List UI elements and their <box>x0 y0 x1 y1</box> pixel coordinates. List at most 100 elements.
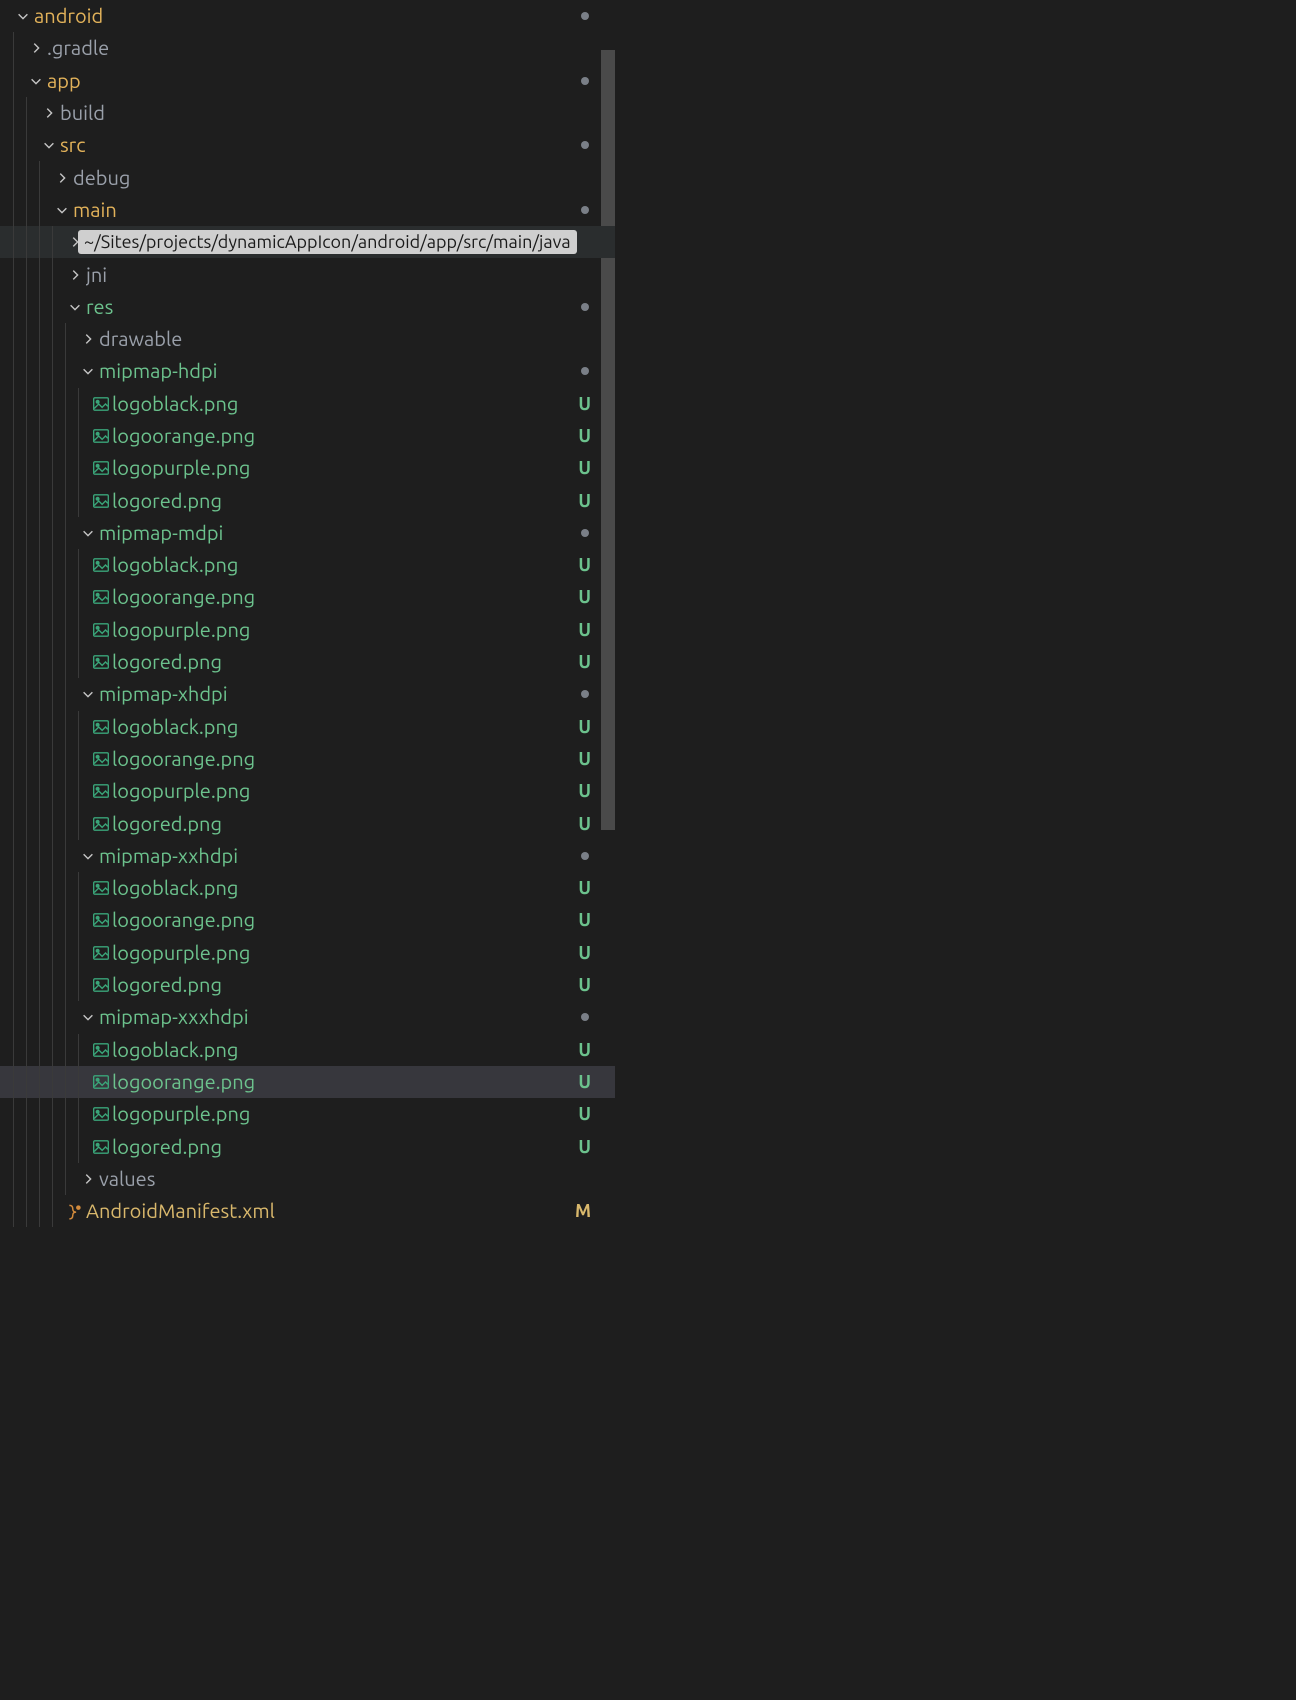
folder-row-debug[interactable]: debug <box>0 161 615 193</box>
folder-row-mipmap-xxxhdpi[interactable]: mipmap-xxxhdpi <box>0 1001 615 1033</box>
label: logopurple.png <box>112 775 585 807</box>
folder-row-.gradle[interactable]: .gradle <box>0 32 615 64</box>
folder-row-mipmap-mdpi[interactable]: mipmap-mdpi <box>0 517 615 549</box>
git-untracked-badge: U <box>578 394 591 414</box>
file-row-logoblack.png[interactable]: logoblack.pngU <box>0 711 615 743</box>
file-row-logoorange.png[interactable]: logoorange.pngU <box>0 420 615 452</box>
chevron-down-icon[interactable] <box>77 687 99 701</box>
file-row-logoblack.png[interactable]: logoblack.pngU <box>0 549 615 581</box>
chevron-down-icon[interactable] <box>77 364 99 378</box>
label: logoorange.png <box>112 420 585 452</box>
git-untracked-badge: U <box>578 458 591 478</box>
folder-row-values[interactable]: values <box>0 1163 615 1195</box>
label: logopurple.png <box>112 614 585 646</box>
image-file-icon <box>90 1041 112 1059</box>
chevron-right-icon[interactable] <box>77 1172 99 1186</box>
file-row-logoblack.png[interactable]: logoblack.pngU <box>0 872 615 904</box>
file-row-logored.png[interactable]: logored.pngU <box>0 969 615 1001</box>
chevron-right-icon[interactable] <box>51 171 73 185</box>
folder-row-main[interactable]: main <box>0 194 615 226</box>
label: logored.png <box>112 485 585 517</box>
git-modified-dot-icon <box>581 367 589 375</box>
folder-row-res[interactable]: res <box>0 291 615 323</box>
file-row-logored.png[interactable]: logored.pngU <box>0 484 615 516</box>
label: values <box>99 1163 585 1195</box>
label: logoblack.png <box>112 388 585 420</box>
chevron-down-icon[interactable] <box>51 203 73 217</box>
file-row-logopurple.png[interactable]: logopurple.pngU <box>0 452 615 484</box>
file-row-logoblack.png[interactable]: logoblack.pngU <box>0 1034 615 1066</box>
chevron-down-icon[interactable] <box>38 138 60 152</box>
image-file-icon <box>90 750 112 768</box>
folder-row-mipmap-xhdpi[interactable]: mipmap-xhdpi <box>0 678 615 710</box>
image-file-icon <box>90 1073 112 1091</box>
file-row-logored.png[interactable]: logored.pngU <box>0 646 615 678</box>
file-row-AndroidManifest.xml[interactable]: AndroidManifest.xmlM <box>0 1195 615 1227</box>
folder-row-jni[interactable]: jni <box>0 258 615 290</box>
file-row-logopurple.png[interactable]: logopurple.pngU <box>0 775 615 807</box>
file-row-logored.png[interactable]: logored.pngU <box>0 807 615 839</box>
folder-row-drawable[interactable]: drawable <box>0 323 615 355</box>
label: build <box>60 97 585 129</box>
chevron-right-icon[interactable] <box>64 268 86 282</box>
image-file-icon <box>90 427 112 445</box>
file-row-logopurple.png[interactable]: logopurple.pngU <box>0 614 615 646</box>
chevron-down-icon[interactable] <box>12 9 34 23</box>
file-row-logoorange.png[interactable]: logoorange.pngU <box>0 1066 615 1098</box>
git-modified-badge: M <box>575 1201 591 1221</box>
image-file-icon <box>90 879 112 897</box>
label: res <box>86 291 585 323</box>
file-row-logopurple.png[interactable]: logopurple.pngU <box>0 937 615 969</box>
folder-row-java[interactable]: ~/Sites/projects/dynamicAppIcon/android/… <box>0 226 615 258</box>
folder-row-build[interactable]: build <box>0 97 615 129</box>
label: logored.png <box>112 808 585 840</box>
folder-row-mipmap-xxhdpi[interactable]: mipmap-xxhdpi <box>0 840 615 872</box>
image-file-icon <box>90 815 112 833</box>
git-untracked-badge: U <box>578 620 591 640</box>
git-untracked-badge: U <box>578 749 591 769</box>
image-file-icon <box>90 976 112 994</box>
file-row-logoorange.png[interactable]: logoorange.pngU <box>0 581 615 613</box>
image-file-icon <box>90 588 112 606</box>
git-untracked-badge: U <box>578 1104 591 1124</box>
folder-row-app[interactable]: app <box>0 65 615 97</box>
git-modified-dot-icon <box>581 1013 589 1021</box>
label: logoorange.png <box>112 904 585 936</box>
file-row-logopurple.png[interactable]: logopurple.pngU <box>0 1098 615 1130</box>
chevron-right-icon[interactable] <box>38 106 60 120</box>
chevron-down-icon[interactable] <box>77 849 99 863</box>
git-untracked-badge: U <box>578 652 591 672</box>
label: logoorange.png <box>112 1066 585 1098</box>
chevron-down-icon[interactable] <box>25 74 47 88</box>
image-file-icon <box>90 653 112 671</box>
file-explorer-panel[interactable]: android.gradleappbuildsrcdebugmain~/Site… <box>0 0 615 1700</box>
git-modified-dot-icon <box>581 690 589 698</box>
git-modified-dot-icon <box>581 12 589 20</box>
image-file-icon <box>90 1105 112 1123</box>
label: main <box>73 194 585 226</box>
label: logopurple.png <box>112 452 585 484</box>
label: logoblack.png <box>112 711 585 743</box>
file-row-logoblack.png[interactable]: logoblack.pngU <box>0 388 615 420</box>
git-untracked-badge: U <box>578 1040 591 1060</box>
folder-row-mipmap-hdpi[interactable]: mipmap-hdpi <box>0 355 615 387</box>
folder-row-src[interactable]: src <box>0 129 615 161</box>
label: logopurple.png <box>112 1098 585 1130</box>
chevron-down-icon[interactable] <box>64 300 86 314</box>
chevron-right-icon[interactable] <box>77 332 99 346</box>
folder-row-android[interactable]: android <box>0 0 615 32</box>
git-untracked-badge: U <box>578 717 591 737</box>
chevron-down-icon[interactable] <box>77 526 99 540</box>
image-file-icon <box>90 459 112 477</box>
label: src <box>60 129 585 161</box>
label: android <box>34 0 585 32</box>
git-untracked-badge: U <box>578 587 591 607</box>
chevron-down-icon[interactable] <box>77 1010 99 1024</box>
git-untracked-badge: U <box>578 814 591 834</box>
file-row-logoorange.png[interactable]: logoorange.pngU <box>0 743 615 775</box>
git-modified-dot-icon <box>581 77 589 85</box>
chevron-right-icon[interactable] <box>25 41 47 55</box>
file-row-logoorange.png[interactable]: logoorange.pngU <box>0 904 615 936</box>
file-row-logored.png[interactable]: logored.pngU <box>0 1130 615 1162</box>
file-tree: android.gradleappbuildsrcdebugmain~/Site… <box>0 0 615 1227</box>
